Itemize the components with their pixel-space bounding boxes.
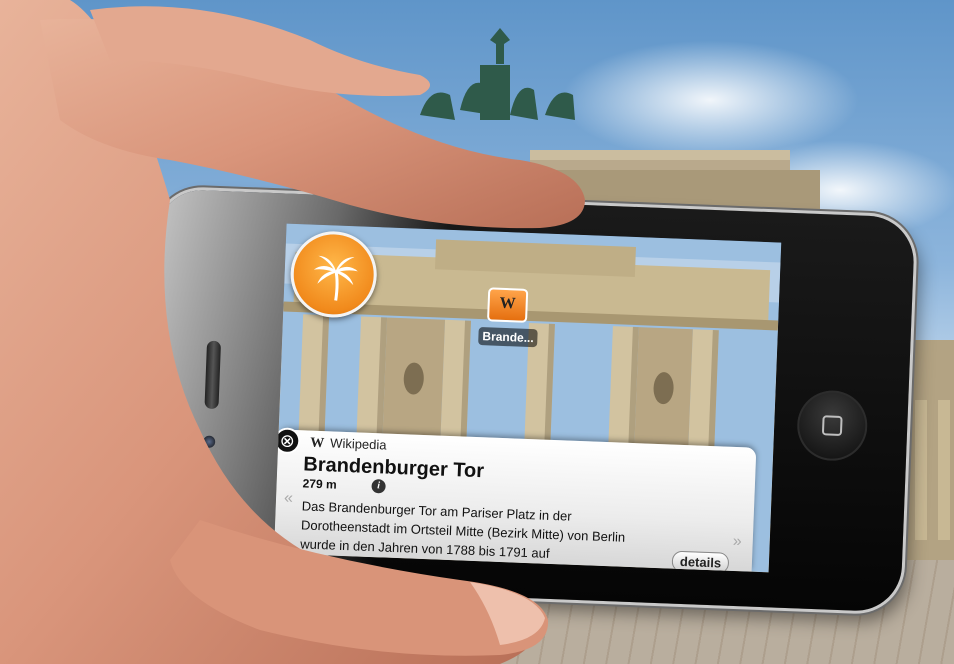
source-name: Wikipedia bbox=[329, 435, 387, 453]
wikipedia-logo-icon: W bbox=[309, 435, 325, 452]
wikipedia-poi-marker[interactable]: W bbox=[487, 287, 529, 327]
poi-distance: 279 m bbox=[302, 476, 337, 492]
palm-tree-icon bbox=[313, 255, 358, 301]
ar-screen[interactable]: W Brande... ⊗ W Wikipedia Brandenburger T… bbox=[273, 223, 782, 573]
info-icon[interactable]: i bbox=[371, 479, 386, 494]
poi-marker-label[interactable]: Brande... bbox=[478, 327, 539, 348]
left-wing-building bbox=[110, 350, 160, 450]
wikipedia-w-icon: W bbox=[487, 287, 529, 323]
home-square-icon bbox=[821, 415, 843, 437]
details-button[interactable]: details bbox=[671, 550, 730, 573]
photo-scene: W Brande... ⊗ W Wikipedia Brandenburger T… bbox=[0, 0, 954, 664]
home-button[interactable] bbox=[795, 389, 869, 462]
prev-arrow-icon[interactable]: « bbox=[284, 490, 294, 508]
wikipedia-w-glyph: W bbox=[499, 294, 517, 313]
poi-info-panel: ⊗ W Wikipedia Brandenburger Tor 279 m i «… bbox=[273, 427, 757, 573]
next-arrow-icon[interactable]: » bbox=[732, 533, 742, 551]
speaker-grille bbox=[204, 340, 222, 410]
close-icon[interactable]: ⊗ bbox=[273, 427, 301, 455]
smartphone: W Brande... ⊗ W Wikipedia Brandenburger T… bbox=[142, 188, 916, 613]
source-line: W Wikipedia bbox=[310, 435, 387, 455]
